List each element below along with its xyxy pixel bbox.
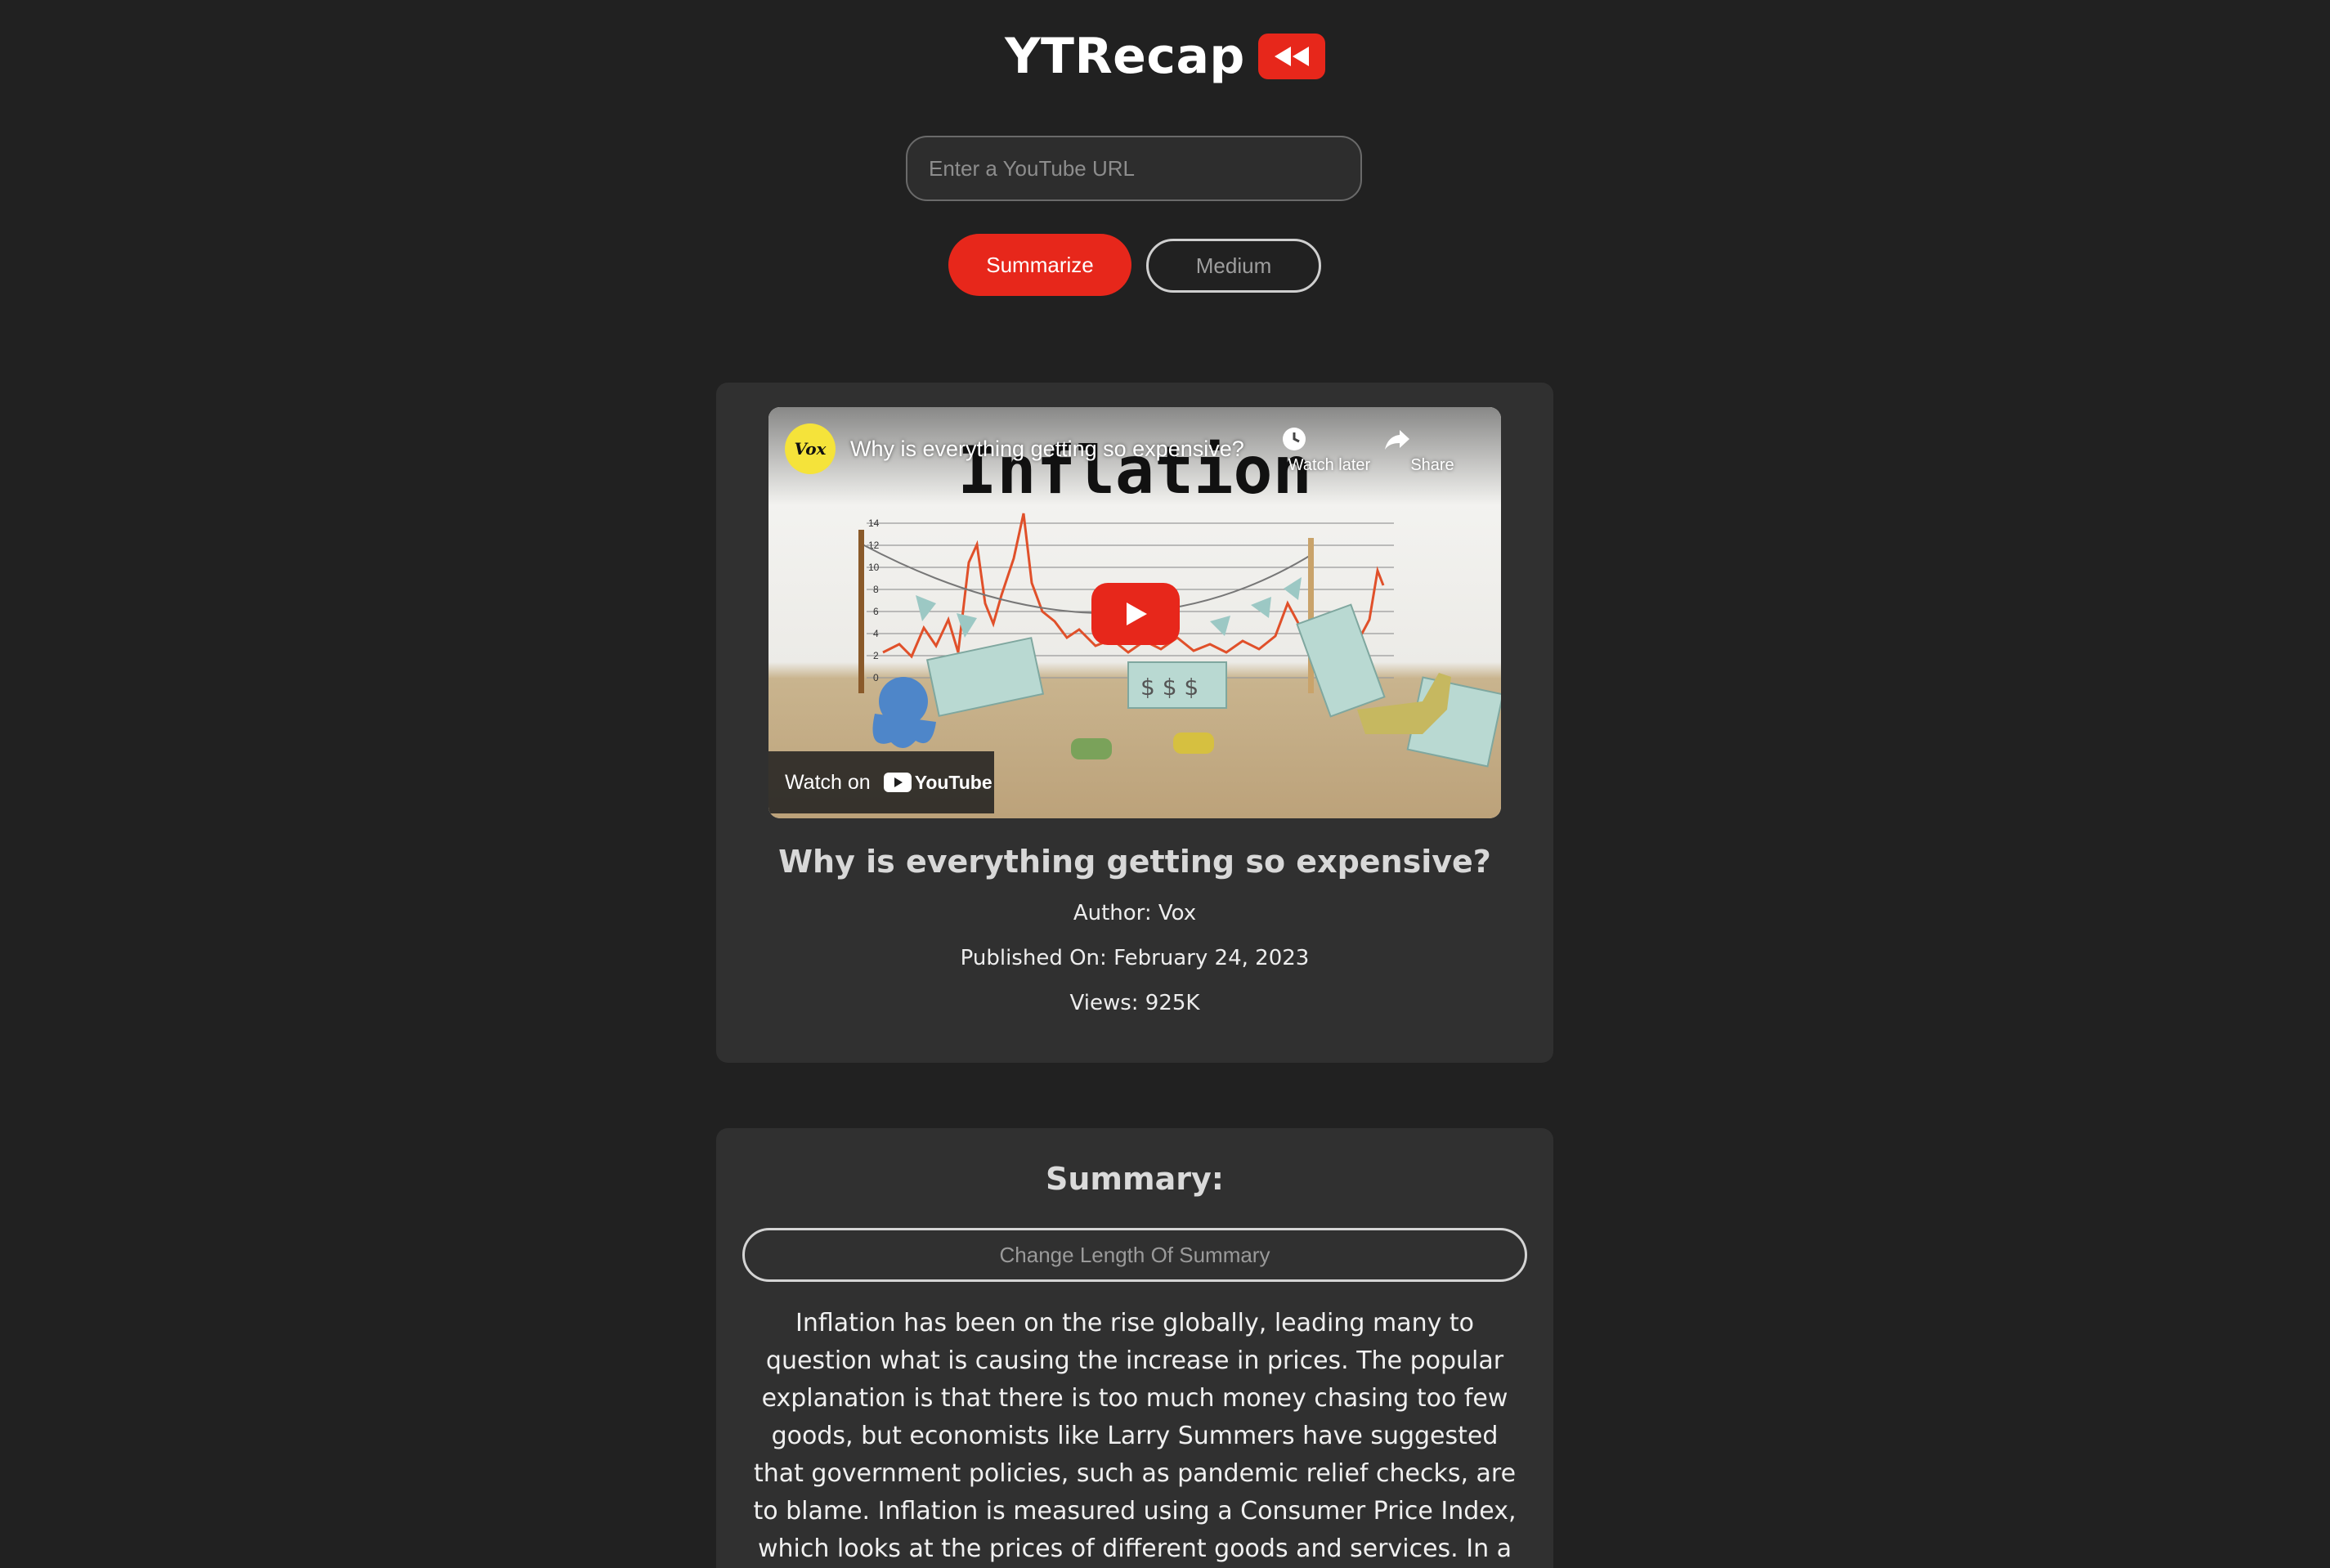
play-button[interactable]: [1091, 583, 1180, 645]
app-page: YTRecap Summarize Medium: [0, 0, 2330, 1568]
change-length-button[interactable]: Change Length Of Summary: [742, 1228, 1527, 1282]
brand-header: YTRecap: [0, 28, 2330, 85]
play-icon: [1127, 603, 1147, 625]
svg-text:$ $ $: $ $ $: [1140, 674, 1199, 701]
youtube-logo-text: YouTube: [914, 771, 992, 793]
summary-text: Inflation has been on the rise globally,…: [753, 1309, 1517, 1563]
share-action[interactable]: Share: [1383, 425, 1481, 475]
watch-on-label: Watch on: [785, 770, 871, 794]
chart-tick: 8: [873, 584, 879, 595]
summary-heading: Summary:: [1046, 1161, 1224, 1197]
video-published-date: Published On: February 24, 2023: [960, 946, 1310, 970]
clock-icon: [1283, 428, 1306, 450]
summary-card: Summary: Change Length Of Summary Inflat…: [716, 1128, 1553, 1568]
video-title: Why is everything getting so expensive?: [778, 844, 1491, 880]
summarize-button[interactable]: Summarize: [948, 234, 1131, 296]
chart-tick: 2: [873, 650, 879, 661]
watch-on-youtube-link[interactable]: Watch on YouTube: [768, 751, 994, 813]
channel-avatar[interactable]: Vox: [785, 423, 836, 474]
video-embed[interactable]: 14 12 10 8 6 4 2 0 $ $ $ Inflation Vox W…: [768, 407, 1501, 818]
summary-length-button[interactable]: Medium: [1146, 239, 1321, 293]
video-views: Views: 925K: [1069, 991, 1200, 1015]
video-card: 14 12 10 8 6 4 2 0 $ $ $ Inflation Vox W…: [716, 383, 1553, 1063]
youtube-url-input[interactable]: [906, 136, 1362, 201]
chart-tick: 10: [868, 562, 880, 573]
share-label: Share: [1410, 456, 1454, 474]
share-icon: [1385, 430, 1409, 450]
chart-tick: 6: [873, 606, 879, 617]
watch-later-action[interactable]: Watch later: [1280, 425, 1378, 475]
embed-video-title[interactable]: Why is everything getting so expensive?: [850, 437, 1244, 462]
chart-tick: 4: [873, 628, 879, 639]
youtube-play-icon: [883, 773, 912, 792]
watch-later-label: Watch later: [1288, 456, 1371, 474]
youtube-logo: YouTube: [883, 771, 992, 794]
rewind-icon: [1257, 34, 1325, 79]
chart-tick: 14: [868, 517, 880, 529]
chart-tick: 12: [868, 540, 880, 551]
chart-tick: 0: [873, 672, 879, 683]
brand-title: YTRecap: [1005, 28, 1245, 85]
video-author: Author: Vox: [1073, 901, 1197, 925]
